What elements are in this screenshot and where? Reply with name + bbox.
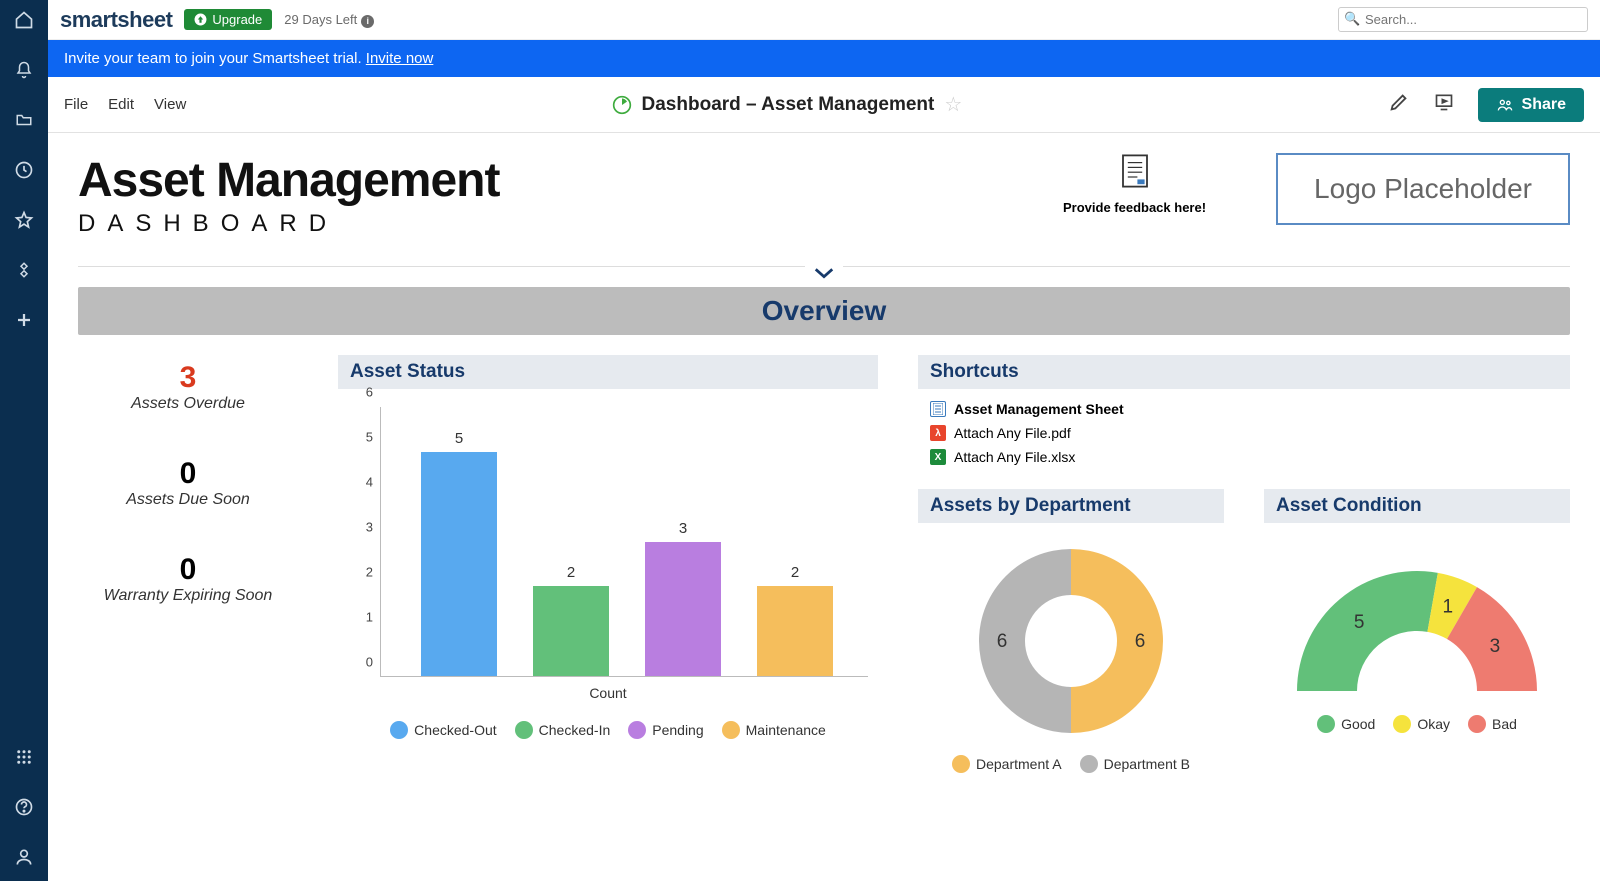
people-icon [1496,97,1514,113]
shortcut-item[interactable]: λAttach Any File.pdf [930,425,1558,441]
sheet-icon [930,401,946,417]
search-input[interactable] [1338,7,1588,32]
invite-now-link[interactable]: Invite now [366,50,434,67]
metrics-column: 3 Assets Overdue 0 Assets Due Soon 0 War… [78,355,298,649]
bar-checked-out: 5 [421,452,497,676]
legend-item: Pending [628,721,703,739]
svg-text:5: 5 [1354,612,1365,633]
favorite-star-icon[interactable]: ☆ [944,92,962,117]
page-title: Asset Management [78,153,499,208]
legend-item: Okay [1393,715,1450,733]
dept-widget: Assets by Department 66 Department ADepa… [918,489,1224,773]
metric-overdue-value: 3 [78,361,298,395]
clock-icon[interactable] [14,160,34,180]
svg-text:6: 6 [1135,631,1146,652]
document-icon [1120,153,1150,189]
bar-pending: 3 [645,542,721,677]
dashboard-type-icon [612,95,632,115]
account-icon[interactable] [14,847,34,867]
present-icon[interactable] [1432,92,1456,117]
launcher-icon[interactable] [14,747,34,767]
menu-edit[interactable]: Edit [108,96,134,113]
pdf-icon: λ [930,425,946,441]
legend-item: Bad [1468,715,1517,733]
legend-item: Department A [952,755,1062,773]
search-icon: 🔍 [1344,11,1360,27]
trial-days-left: 29 Days Lefti [284,12,374,28]
feedback-widget[interactable]: Provide feedback here! [1063,153,1206,215]
share-button[interactable]: Share [1478,88,1584,122]
upgrade-arrow-icon [194,13,207,26]
condition-title: Asset Condition [1264,489,1570,523]
plus-icon[interactable] [14,310,34,330]
legend-item: Maintenance [722,721,826,739]
menu-file[interactable]: File [64,96,88,113]
metric-overdue-label: Assets Overdue [78,395,298,413]
share-label: Share [1522,96,1566,114]
legend-item: Checked-Out [390,721,496,739]
svg-text:1: 1 [1442,596,1453,617]
logo-placeholder: Logo Placeholder [1276,153,1570,225]
shortcuts-widget: Shortcuts Asset Management Sheet λAttach … [918,355,1570,469]
upgrade-button[interactable]: Upgrade [184,9,272,30]
bell-icon[interactable] [14,60,34,80]
asset-status-title: Asset Status [338,355,878,389]
shortcut-item[interactable]: XAttach Any File.xlsx [930,449,1558,465]
metric-warranty-label: Warranty Expiring Soon [78,587,298,605]
bar-maintenance: 2 [757,586,833,676]
legend-item: Good [1317,715,1375,733]
upgrade-label: Upgrade [212,12,262,27]
metric-warranty-value: 0 [78,553,298,587]
overview-header: Overview [78,287,1570,335]
brand-logo: smartsheet [60,7,172,33]
feedback-label: Provide feedback here! [1063,200,1206,215]
help-icon[interactable] [14,797,34,817]
metric-duesoon-label: Assets Due Soon [78,491,298,509]
topbar: smartsheet Upgrade 29 Days Lefti 🔍 [48,0,1600,40]
folder-icon[interactable] [14,110,34,130]
svg-text:6: 6 [997,631,1008,652]
metric-duesoon-value: 0 [78,457,298,491]
toolbar: File Edit View Dashboard – Asset Managem… [48,77,1600,133]
shortcut-item[interactable]: Asset Management Sheet [930,401,1558,417]
info-icon[interactable]: i [361,15,374,28]
asset-status-widget: Asset Status 0123456 5232 Count Checked-… [338,355,878,739]
asset-status-legend: Checked-Out Checked-In Pending Maintenance [338,721,878,739]
svg-text:3: 3 [1490,636,1501,657]
left-nav [0,0,48,881]
condition-widget: Asset Condition 5 1 3 Good Okay Bad [1264,489,1570,773]
shortcuts-title: Shortcuts [918,355,1570,389]
trial-banner: Invite your team to join your Smartsheet… [48,40,1600,77]
legend-item: Checked-In [515,721,611,739]
dept-legend: Department A Department B [918,755,1224,773]
workapps-icon[interactable] [14,260,34,280]
page-subtitle: DASHBOARD [78,210,499,238]
condition-legend: Good Okay Bad [1264,715,1570,733]
dashboard-content: Asset Management DASHBOARD Provide feedb… [48,133,1600,881]
legend-item: Department B [1080,755,1190,773]
edit-pencil-icon[interactable] [1388,91,1410,118]
section-divider [78,266,1570,267]
banner-text: Invite your team to join your Smartsheet… [64,50,366,67]
bar-checked-in: 2 [533,586,609,676]
menu-view[interactable]: View [154,96,186,113]
dept-title: Assets by Department [918,489,1224,523]
bar-xlabel: Count [338,685,878,701]
xlsx-icon: X [930,449,946,465]
document-title: Dashboard – Asset Management [642,94,935,116]
chevron-down-icon[interactable] [805,263,843,286]
home-icon[interactable] [14,10,34,30]
main-area: smartsheet Upgrade 29 Days Lefti 🔍 Invit… [48,0,1600,881]
star-icon[interactable] [14,210,34,230]
